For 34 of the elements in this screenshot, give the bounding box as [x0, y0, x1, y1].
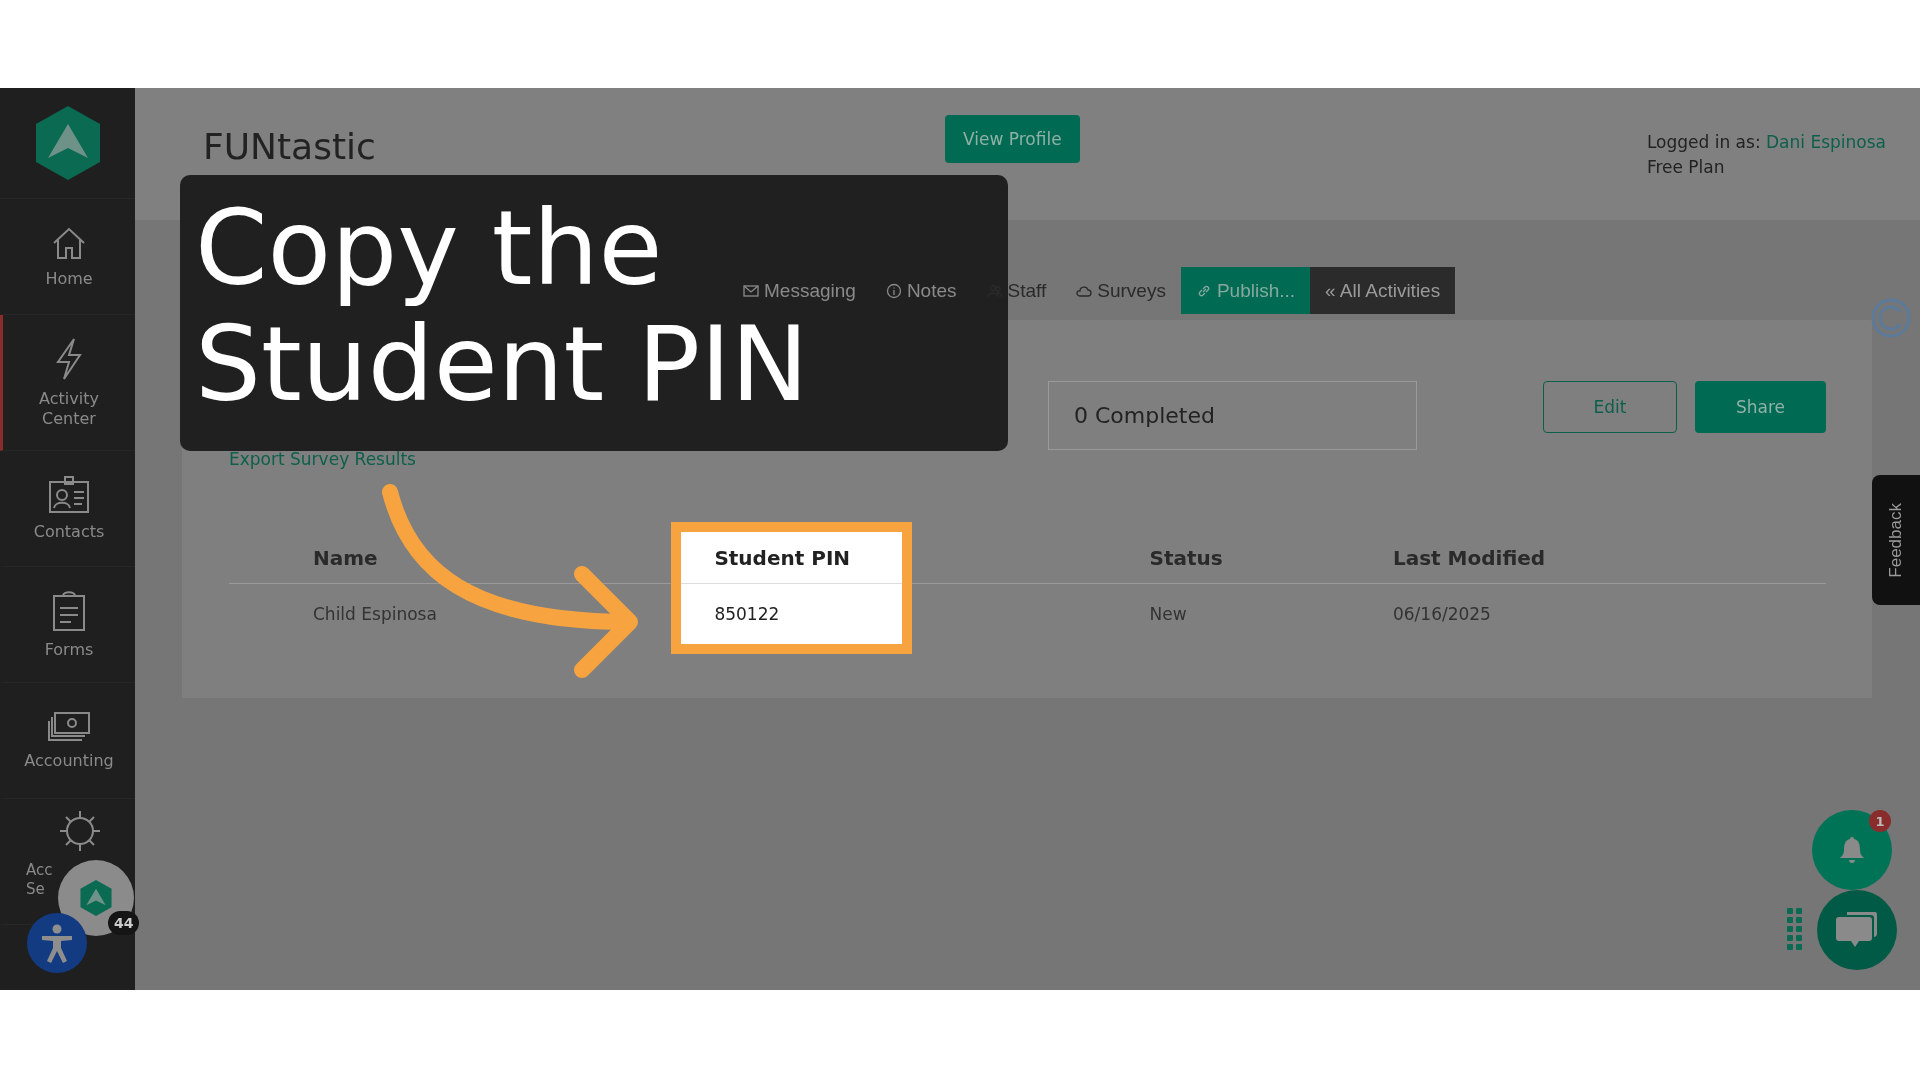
tab[interactable]: Surveys [1061, 267, 1181, 314]
feedback-tab[interactable]: Feedback [1872, 475, 1920, 605]
clipboard-icon [51, 589, 87, 632]
gear-icon [58, 809, 102, 853]
cash-stack-icon [47, 710, 91, 743]
page-title: FUNtastic [203, 126, 377, 167]
tab[interactable]: Staff [971, 267, 1062, 314]
bell-icon [1839, 836, 1865, 864]
sidebar-label[interactable]: Acc Se [26, 861, 53, 899]
view-profile-button[interactable]: View Profile [945, 115, 1080, 163]
tab[interactable]: Publish... [1180, 267, 1311, 314]
table-cell: Child Espinosa [313, 604, 437, 624]
envelope-icon [743, 282, 759, 299]
grid-icon[interactable] [1787, 908, 1803, 952]
share-button[interactable]: Share [1695, 381, 1826, 433]
column-header: Student PIN [714, 545, 851, 570]
callout-text: Copy the [195, 190, 663, 306]
column-header: Last Modified [1392, 545, 1546, 570]
table-cell: New [1149, 604, 1187, 624]
accessibility-button[interactable] [27, 913, 87, 973]
tab[interactable]: Notes [870, 267, 972, 314]
login-label: Logged in as: [1646, 132, 1761, 152]
column-header: Name [313, 545, 378, 570]
column-header: Status [1149, 545, 1223, 570]
table-cell: 850122 [714, 604, 780, 624]
table-cell: 06/16/2025 [1392, 604, 1491, 624]
accessibility-icon [39, 923, 75, 963]
completed-stat: 0 Completed [1048, 381, 1417, 450]
back-tab[interactable]: « All Activities [1310, 267, 1456, 314]
lightning-icon [54, 336, 84, 381]
logo-icon [79, 879, 113, 917]
contact-card-icon [48, 475, 90, 514]
plan-label: Free Plan [1646, 157, 1725, 177]
info-icon [885, 282, 902, 299]
